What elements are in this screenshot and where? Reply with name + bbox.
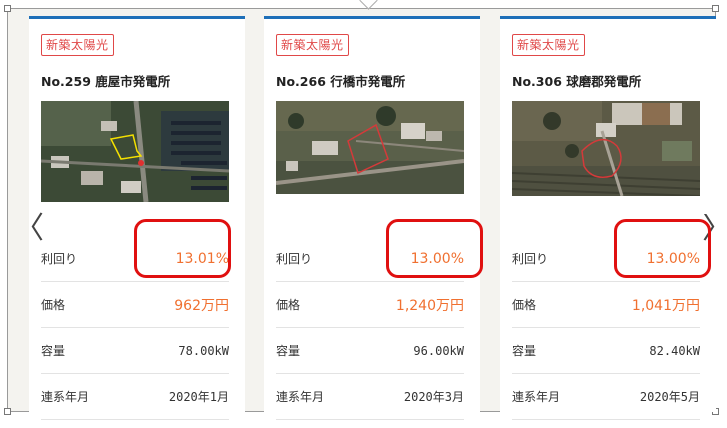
property-card[interactable]: 新築太陽光 No.259 鹿屋市発電所 利回り 13.01% 価格 962万円 … <box>29 16 245 420</box>
grid-date-row: 連系年月 2020年1月 <box>41 374 229 420</box>
property-title[interactable]: No.266 行橋市発電所 <box>276 71 405 90</box>
capacity-row: 容量 96.00kW <box>276 328 464 374</box>
capacity-label: 容量 <box>41 344 66 358</box>
yield-row: 利回り 13.00% <box>512 236 700 282</box>
price-label: 価格 <box>276 298 301 312</box>
grid-date-label: 連系年月 <box>41 390 90 404</box>
price-row: 価格 1,240万円 <box>276 282 464 328</box>
price-value: 1,240万円 <box>395 297 464 314</box>
capacity-label: 容量 <box>512 344 537 358</box>
yield-label: 利回り <box>276 252 313 266</box>
aerial-photo[interactable] <box>276 101 464 194</box>
property-title[interactable]: No.259 鹿屋市発電所 <box>41 71 170 90</box>
price-value: 1,041万円 <box>631 297 700 314</box>
aerial-photo[interactable] <box>512 101 700 196</box>
new-solar-badge: 新築太陽光 <box>512 34 585 56</box>
capacity-row: 容量 78.00kW <box>41 328 229 374</box>
price-row: 価格 962万円 <box>41 282 229 328</box>
capacity-value: 78.00kW <box>178 343 229 358</box>
carousel-prev-icon[interactable]: 〈 <box>14 214 44 244</box>
price-label: 価格 <box>41 298 66 312</box>
yield-label: 利回り <box>512 252 549 266</box>
yield-row: 利回り 13.01% <box>41 236 229 282</box>
grid-date-value: 2020年1月 <box>168 390 229 404</box>
resize-handle-tl[interactable] <box>4 5 11 12</box>
price-value: 962万円 <box>174 297 229 314</box>
capacity-row: 容量 82.40kW <box>512 328 700 374</box>
resize-handle-tr[interactable] <box>712 5 719 12</box>
property-card[interactable]: 新築太陽光 No.266 行橋市発電所 利回り 13.00% 価格 1,240万… <box>264 16 480 420</box>
grid-date-value: 2020年5月 <box>639 390 700 404</box>
aerial-photo[interactable] <box>41 101 229 202</box>
capacity-label: 容量 <box>276 344 301 358</box>
property-title[interactable]: No.306 球磨郡発電所 <box>512 71 641 90</box>
capacity-value: 82.40kW <box>649 343 700 358</box>
carousel-next-icon[interactable]: 〉 <box>702 214 722 244</box>
yield-label: 利回り <box>41 252 78 266</box>
yield-row: 利回り 13.00% <box>276 236 464 282</box>
yield-value: 13.00% <box>646 250 700 267</box>
price-row: 価格 1,041万円 <box>512 282 700 328</box>
grid-date-label: 連系年月 <box>512 390 561 404</box>
resize-handle-bl[interactable] <box>4 408 11 415</box>
yield-value: 13.00% <box>410 250 464 267</box>
new-solar-badge: 新築太陽光 <box>41 34 114 56</box>
price-label: 価格 <box>512 298 537 312</box>
grid-date-row: 連系年月 2020年5月 <box>512 374 700 420</box>
grid-date-row: 連系年月 2020年3月 <box>276 374 464 420</box>
grid-date-value: 2020年3月 <box>403 390 464 404</box>
property-card[interactable]: 新築太陽光 No.306 球磨郡発電所 利回り 13.00% 価格 1,041万… <box>500 16 716 420</box>
new-solar-badge: 新築太陽光 <box>276 34 349 56</box>
yield-value: 13.01% <box>175 250 229 267</box>
capacity-value: 96.00kW <box>413 343 464 358</box>
grid-date-label: 連系年月 <box>276 390 325 404</box>
